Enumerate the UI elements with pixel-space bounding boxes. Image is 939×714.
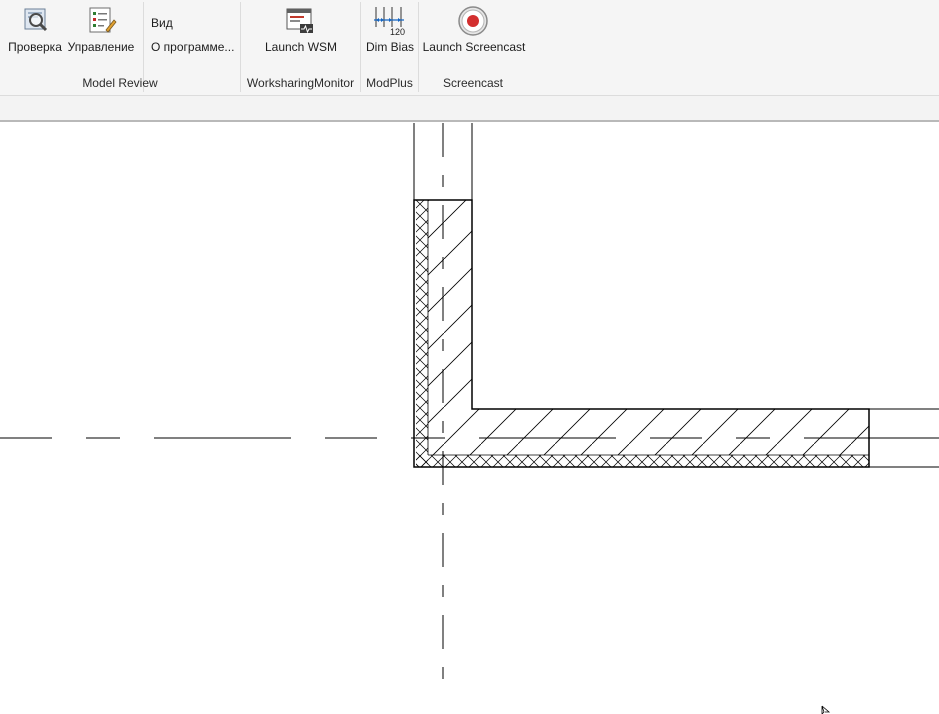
ribbon-subbar <box>0 96 939 122</box>
dimension-ruler-icon: 120 <box>373 5 407 37</box>
check-button-label: Проверка <box>8 40 62 54</box>
record-icon <box>457 5 489 37</box>
group-label-modplus: ModPlus <box>366 76 413 90</box>
dim-bias-button[interactable]: 120 Dim Bias <box>363 0 417 70</box>
mouse-cursor-icon <box>821 705 831 714</box>
checklist-edit-icon <box>87 6 117 34</box>
monitor-window-icon <box>285 6 315 36</box>
launch-wsm-label: Launch WSM <box>264 40 338 54</box>
dim-icon-text: 120 <box>390 27 405 37</box>
about-button[interactable]: О программе... <box>151 40 234 54</box>
view-button[interactable]: Вид <box>151 16 173 30</box>
launch-screencast-label: Launch Screencast <box>422 40 526 54</box>
wall-corner-hatched[interactable] <box>413 199 870 468</box>
group-label-worksharing: WorksharingMonitor <box>246 76 355 90</box>
magnifier-review-icon <box>22 6 50 34</box>
group-label-model-review: Model Review <box>82 76 158 90</box>
ribbon-group-model-review: Проверка Управление Вид О программе... M… <box>0 0 240 95</box>
ribbon-group-worksharing: Launch WSM WorksharingMonitor <box>241 0 360 95</box>
ribbon-group-screencast: Launch Screencast Screencast <box>419 0 527 95</box>
check-button[interactable]: Проверка <box>4 0 66 70</box>
launch-screencast-button[interactable]: Launch Screencast <box>421 0 527 70</box>
ribbon: Проверка Управление Вид О программе... M… <box>0 0 939 96</box>
ribbon-group-modplus: 120 Dim Bias ModPlus <box>361 0 418 95</box>
manage-button[interactable]: Управление <box>66 0 136 70</box>
floor-plan-view <box>0 123 939 714</box>
manage-button-label: Управление <box>67 40 135 54</box>
group-label-screencast: Screencast <box>442 76 504 90</box>
dim-bias-label: Dim Bias <box>365 40 414 54</box>
launch-wsm-button[interactable]: Launch WSM <box>251 0 351 70</box>
drawing-canvas[interactable] <box>0 123 939 714</box>
